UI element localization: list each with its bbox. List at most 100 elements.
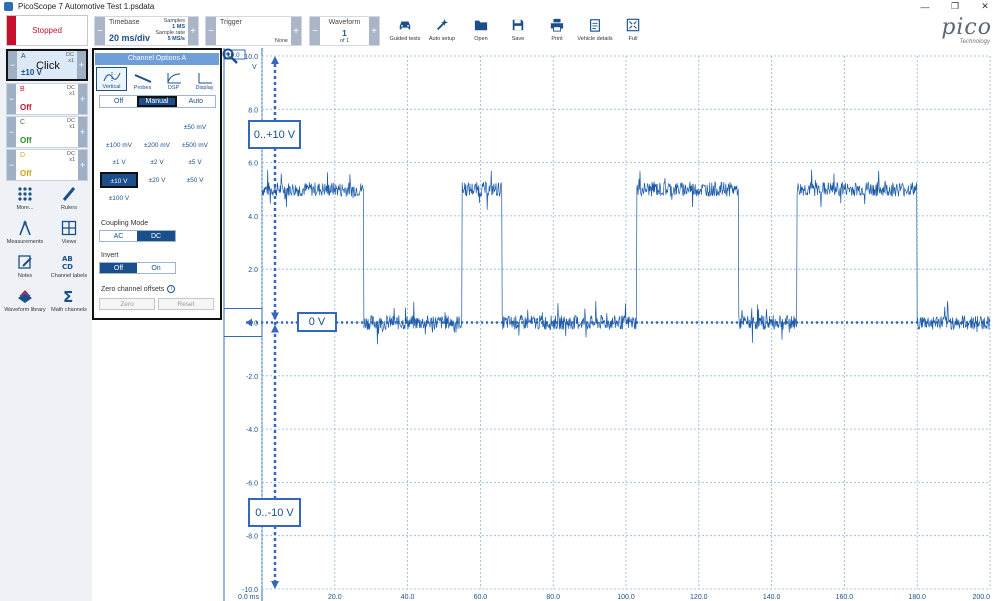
invert-label: Invert <box>101 252 119 259</box>
mode-off[interactable]: Off <box>100 96 138 107</box>
y-tick-label: 2.0 <box>248 267 258 274</box>
mode-manual[interactable]: Manual <box>137 96 177 107</box>
restore-button[interactable]: ❐ <box>940 0 970 13</box>
abcd-icon: ABCD <box>62 255 73 270</box>
y-tick-label: -2.0 <box>246 374 258 381</box>
y-tick-label: 6.0 <box>248 161 258 168</box>
waveform-next-button[interactable]: + <box>369 17 379 45</box>
more-icon <box>18 187 32 201</box>
info-icon[interactable]: i <box>167 285 176 293</box>
print-button[interactable]: Print <box>536 16 578 46</box>
range-200mv[interactable]: ±200 mV <box>138 142 176 149</box>
range-5v[interactable]: ±5 V <box>176 159 214 166</box>
more-button[interactable]: More... <box>2 186 48 222</box>
y-tick-label: 4.0 <box>248 214 258 221</box>
clipboard-icon <box>590 19 600 32</box>
views-icon <box>61 220 77 236</box>
trigger-increase-button[interactable]: + <box>291 17 301 45</box>
rulers-button[interactable]: Rulers <box>46 186 92 222</box>
timebase-decrease-button[interactable]: − <box>95 17 105 45</box>
scope-chart[interactable]: 10.08.06.04.02.00.0-2.0-4.0-6.0-8.0-10.0… <box>222 48 1000 601</box>
minimize-button[interactable]: — <box>910 0 940 13</box>
range-2v[interactable]: ±2 V <box>138 159 176 166</box>
trigger-control: − Trigger None + <box>205 16 302 46</box>
x-tick-label: 80.0 <box>546 594 560 601</box>
vertical-icon <box>103 72 120 82</box>
views-button[interactable]: Views <box>46 220 92 256</box>
measurements-button[interactable]: Measurements <box>2 220 48 256</box>
coupling-ac[interactable]: AC <box>100 231 138 241</box>
coupling-label: Coupling Mode <box>101 220 149 227</box>
coupling-selector: AC DC <box>99 230 176 242</box>
coupling-dc[interactable]: DC <box>137 231 175 241</box>
x-tick-label: 20.0 <box>328 594 342 601</box>
invert-off[interactable]: Off <box>100 263 138 273</box>
x-tick-label: 160.0 <box>836 594 854 601</box>
channel-a-increase[interactable]: + <box>77 51 86 79</box>
range-100mv[interactable]: ±100 mV <box>100 142 138 149</box>
trigger-value[interactable]: None <box>275 38 288 44</box>
tab-probes[interactable]: Probes <box>127 67 158 91</box>
notes-button[interactable]: Notes <box>2 254 48 290</box>
trigger-decrease-button[interactable]: − <box>206 17 216 45</box>
reset-button[interactable]: Reset <box>158 298 214 310</box>
channel-d-button[interactable]: − D DC x1 Off + <box>6 149 88 181</box>
guided-tests-button[interactable]: Guided tests <box>384 16 426 46</box>
notes-icon <box>18 255 32 269</box>
waveform-library-button[interactable]: Waveform library <box>2 288 48 324</box>
annotation-negative-range: 0..-10 V <box>248 498 301 527</box>
range-50v[interactable]: ±50 V <box>176 177 214 184</box>
range-arrow-mid-down <box>271 312 279 321</box>
probe-icon <box>134 74 151 83</box>
tab-display[interactable]: Display <box>189 67 220 91</box>
vehicle-details-button[interactable]: Vehicle details <box>574 16 616 46</box>
timebase-label: Timebase <box>109 19 140 26</box>
range-50mv[interactable]: ±50 mV <box>176 124 214 131</box>
annotation-positive-range: 0..+10 V <box>248 120 301 149</box>
x-tick-label: 0.0 ms <box>238 594 260 601</box>
channel-a-button[interactable]: − A DC x1 Click ±10 V + <box>6 49 88 81</box>
fullscreen-icon <box>626 18 640 32</box>
tab-vertical[interactable]: Vertical <box>96 67 127 91</box>
invert-on[interactable]: On <box>137 263 175 273</box>
x-tick-label: 100.0 <box>617 594 635 601</box>
sigma-icon: Σ <box>63 288 73 304</box>
range-1v[interactable]: ±1 V <box>100 159 138 166</box>
window-title: PicoScope 7 Automotive Test 1.psdata <box>18 2 155 11</box>
folder-icon <box>474 20 488 31</box>
auto-setup-button[interactable]: Auto setup <box>421 16 463 46</box>
channel-options-panel: Channel Options A Vertical Probes DSP Di… <box>92 48 222 320</box>
app-icon <box>4 2 13 11</box>
scope-plot[interactable]: 10.0 8.0 6.0 4.0 2.0 0.0 -2.0 -4.0 -6.0 -8.0 -10.0… <box>222 48 1000 601</box>
math-channels-button[interactable]: Σ Math channels <box>46 288 92 324</box>
range-20v[interactable]: ±20 V <box>138 177 176 184</box>
x-tick-label: 120.0 <box>690 594 708 601</box>
save-button[interactable]: Save <box>497 16 539 46</box>
zoom-icon[interactable] <box>222 48 238 64</box>
timebase-increase-button[interactable]: + <box>188 17 198 45</box>
library-icon <box>18 290 32 303</box>
range-10v[interactable]: ±10 V <box>99 171 139 189</box>
x-tick-label: 60.0 <box>474 594 488 601</box>
display-icon <box>198 73 212 84</box>
range-100v[interactable]: ±100 V <box>100 195 138 202</box>
close-button[interactable]: ✕ <box>970 0 1000 13</box>
range-arrow-top <box>271 56 279 64</box>
zero-button[interactable]: Zero <box>99 298 155 310</box>
stop-label: Stopped <box>32 26 62 35</box>
start-stop-button[interactable]: Stopped <box>6 15 88 46</box>
channel-labels-button[interactable]: AB CD Channel labels <box>46 254 92 290</box>
channel-b-button[interactable]: − B DC x1 Off + <box>6 83 88 115</box>
save-icon <box>512 19 524 31</box>
open-button[interactable]: Open <box>460 16 502 46</box>
timebase-value[interactable]: 20 ms/div <box>109 33 150 43</box>
mode-auto[interactable]: Auto <box>176 96 215 107</box>
full-screen-button[interactable]: Full <box>612 16 654 46</box>
y-tick-label: 8.0 <box>248 107 258 114</box>
channel-c-button[interactable]: − C DC x1 Off + <box>6 116 88 148</box>
range-500mv[interactable]: ±500 mV <box>176 142 214 149</box>
tab-dsp[interactable]: DSP <box>158 67 189 91</box>
trigger-label: Trigger <box>220 19 242 26</box>
y-tick-label: -8.0 <box>246 534 258 541</box>
channel-a-decrease[interactable]: − <box>8 51 17 79</box>
